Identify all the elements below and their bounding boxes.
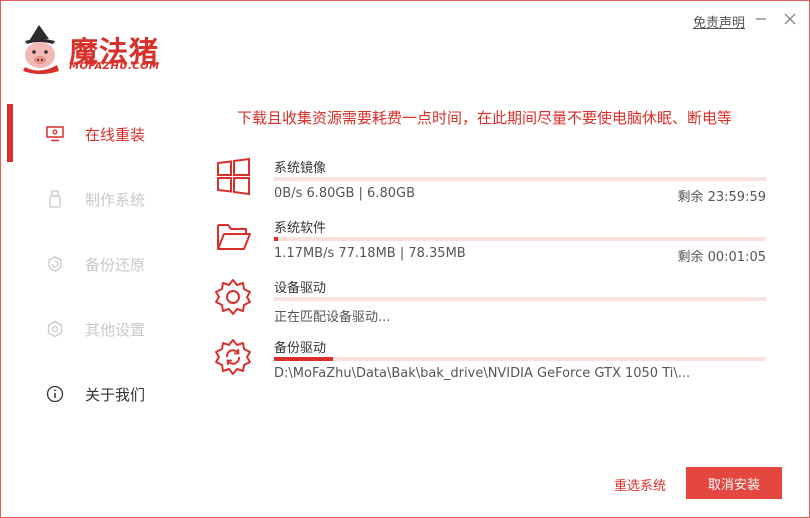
task-remaining: 剩余 00:01:05: [677, 250, 766, 265]
progress-fill: [274, 357, 334, 361]
gear-icon: [215, 279, 251, 315]
task-detail: 1.17MB/s 77.18MB | 78.35MB: [274, 246, 466, 261]
sidebar-item-about-us[interactable]: 关于我们: [1, 364, 191, 424]
task-detail: 0B/s 6.80GB | 6.80GB: [274, 186, 415, 201]
task-system-software: 系统软件 1.17MB/s 77.18MB | 78.35MB 剩余 00:01…: [213, 217, 769, 273]
cancel-install-button[interactable]: 取消安装: [686, 467, 782, 499]
app-logo: 魔法猪 MOFAZHU.COM: [19, 23, 189, 83]
sidebar-item-online-reinstall[interactable]: 在线重装: [1, 104, 191, 164]
monitor-icon: [45, 124, 65, 144]
sidebar-nav: 在线重装 制作系统 备份还原 其他设置 关于我们: [1, 101, 191, 431]
task-detail: D:\MoFaZhu\Data\Bak\bak_drive\NVIDIA GeF…: [274, 366, 691, 381]
reselect-system-button[interactable]: 重选系统: [614, 475, 666, 494]
sidebar-item-label: 关于我们: [85, 385, 146, 404]
sidebar-item-backup-restore[interactable]: 备份还原: [1, 234, 191, 294]
minimize-icon: [756, 18, 766, 20]
task-name: 设备驱动: [274, 281, 327, 296]
progress-track: [274, 177, 766, 181]
gear-icon: [45, 319, 65, 339]
sidebar-item-label: 制作系统: [85, 190, 146, 209]
progress-track: [274, 357, 766, 361]
sidebar-item-make-system[interactable]: 制作系统: [1, 169, 191, 229]
usb-icon: [45, 189, 65, 209]
sidebar-item-other-settings[interactable]: 其他设置: [1, 299, 191, 359]
progress-track: [274, 297, 766, 301]
disclaimer-link[interactable]: 免责声明: [693, 12, 745, 31]
windows-icon: [217, 157, 250, 196]
info-icon: [45, 384, 65, 404]
installer-window: 魔法猪 MOFAZHU.COM 免责声明 在线重装 制作系统 备份还原 其他设置…: [0, 0, 810, 518]
app-subtitle: MOFAZHU.COM: [69, 61, 160, 72]
close-button[interactable]: [781, 10, 799, 28]
sidebar-item-label: 其他设置: [85, 320, 146, 339]
task-detail: 正在匹配设备驱动...: [274, 310, 391, 325]
progress-track: [274, 237, 766, 241]
task-name: 备份驱动: [274, 341, 327, 356]
task-remaining: 剩余 23:59:59: [677, 190, 766, 205]
sidebar-item-label: 备份还原: [85, 255, 146, 274]
task-device-drivers: 设备驱动 正在匹配设备驱动...: [213, 277, 769, 333]
backup-icon: [45, 254, 65, 274]
download-notice: 下载且收集资源需要耗费一点时间，在此期间尽量不要使电脑休眠、断电等: [237, 109, 733, 127]
sidebar-item-label: 在线重装: [85, 125, 146, 144]
task-name: 系统镜像: [274, 161, 327, 176]
folder-icon: [217, 224, 251, 250]
close-icon: [784, 13, 796, 25]
pig-mascot-icon: [23, 25, 59, 74]
task-system-image: 系统镜像 0B/s 6.80GB | 6.80GB 剩余 23:59:59: [213, 157, 769, 213]
minimize-button[interactable]: [752, 10, 770, 28]
task-backup-drivers: 备份驱动 D:\MoFaZhu\Data\Bak\bak_drive\NVIDI…: [213, 337, 769, 393]
refresh-gear-icon: [215, 339, 251, 375]
task-name: 系统软件: [274, 221, 327, 236]
progress-fill: [274, 237, 278, 241]
